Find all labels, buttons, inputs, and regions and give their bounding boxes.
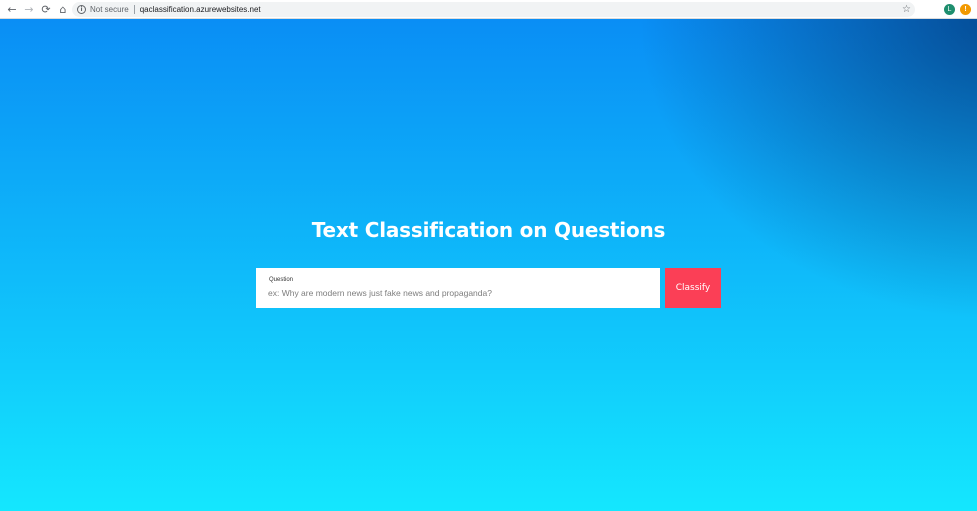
address-divider [133,5,135,14]
background-vignette [0,19,977,511]
question-label: Question [269,277,294,283]
page-background: Text Classification on Questions Questio… [0,19,977,511]
bookmark-star-icon[interactable]: ☆ [902,2,911,17]
question-input[interactable] [268,286,648,300]
info-icon[interactable]: i [77,5,86,14]
browser-toolbar: ← → ⟳ ⌂ i Not secure qaclassification.az… [0,0,977,19]
question-field[interactable]: Question [256,268,660,308]
page-title: Text Classification on Questions [311,218,666,242]
classify-button[interactable]: Classify [665,268,721,308]
url-text[interactable]: qaclassification.azurewebsites.net [140,5,261,14]
forward-icon[interactable]: → [21,1,37,17]
profile-avatar[interactable]: L [944,4,955,15]
back-icon[interactable]: ← [4,1,20,17]
update-alert-icon[interactable]: ! [960,4,971,15]
address-bar[interactable]: i Not secure qaclassification.azurewebsi… [72,2,915,17]
security-status: Not secure [90,5,129,14]
reload-icon[interactable]: ⟳ [38,1,54,17]
home-icon[interactable]: ⌂ [55,1,71,17]
